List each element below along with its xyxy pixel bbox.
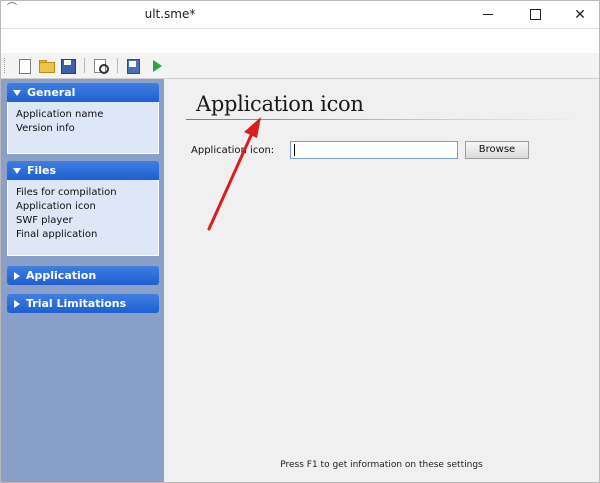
help-hint: Press F1 to get information on these set… [280,460,483,470]
sidebar-group-application: Application [7,266,159,285]
menu-bar [1,28,599,54]
minimize-icon [483,14,493,15]
group-header-files[interactable]: Files [7,161,159,180]
text-caret [294,144,295,156]
save-button[interactable] [60,58,76,74]
maximize-icon [529,9,541,20]
group-label: General [27,86,76,99]
chevron-right-icon [14,299,20,308]
settings-panel: Application icon Application icon: Brows… [164,79,599,482]
sidebar-item-version-info[interactable]: Version info [16,122,158,136]
toolbar-grip[interactable] [4,58,7,73]
toolbar-separator [84,58,85,73]
chevron-down-icon [13,89,21,96]
sidebar-item-swf-player[interactable]: SWF player [16,214,158,228]
compile-icon-paper [129,61,136,67]
group-header-trial-limitations[interactable]: Trial Limitations [7,294,159,313]
sidebar-group-trial-limitations: Trial Limitations [7,294,159,313]
application-icon-label: Application icon: [191,145,275,156]
group-body-general: Application name Version info [7,102,159,154]
minimize-button[interactable] [466,1,510,28]
compile-button[interactable] [125,58,141,74]
title-bar: ⌒ ult.sme* ✕ [1,1,599,28]
chevron-right-icon [14,271,20,280]
toolbar [1,53,599,79]
open-button[interactable] [38,58,55,73]
title-divider [186,119,582,120]
browse-button[interactable]: Browse [465,141,529,159]
preview-button[interactable] [93,58,109,74]
close-button[interactable]: ✕ [558,1,599,28]
sidebar-group-files: Files Files for compilation Application … [7,161,159,256]
group-label: Files [27,164,57,177]
group-header-general[interactable]: General [7,83,159,102]
toolbar-separator [117,58,118,73]
group-body-files: Files for compilation Application icon S… [7,180,159,256]
group-label: Trial Limitations [26,297,127,310]
sidebar: General Application name Version info Fi… [1,79,164,482]
group-label: Application [26,269,97,282]
group-header-application[interactable]: Application [7,266,159,285]
preview-icon [99,64,109,74]
sidebar-item-application-icon[interactable]: Application icon [16,200,158,214]
open-folder-icon [39,62,55,73]
sidebar-item-application-name[interactable]: Application name [16,108,158,122]
run-icon [153,60,162,72]
sidebar-item-final-application[interactable]: Final application [16,228,158,242]
new-button[interactable] [16,58,32,74]
app-window: ⌒ ult.sme* ✕ General Application name Ve… [0,0,600,483]
chevron-down-icon [13,167,21,174]
sidebar-group-general: General Application name Version info [7,83,159,154]
maximize-button[interactable] [513,1,557,28]
page-title: Application icon [196,92,364,116]
new-icon [19,59,31,74]
save-icon-label [64,60,71,65]
close-icon: ✕ [574,6,586,23]
sidebar-item-files-for-compilation[interactable]: Files for compilation [16,186,158,200]
run-button[interactable] [149,58,165,73]
application-icon-input[interactable] [290,141,458,159]
